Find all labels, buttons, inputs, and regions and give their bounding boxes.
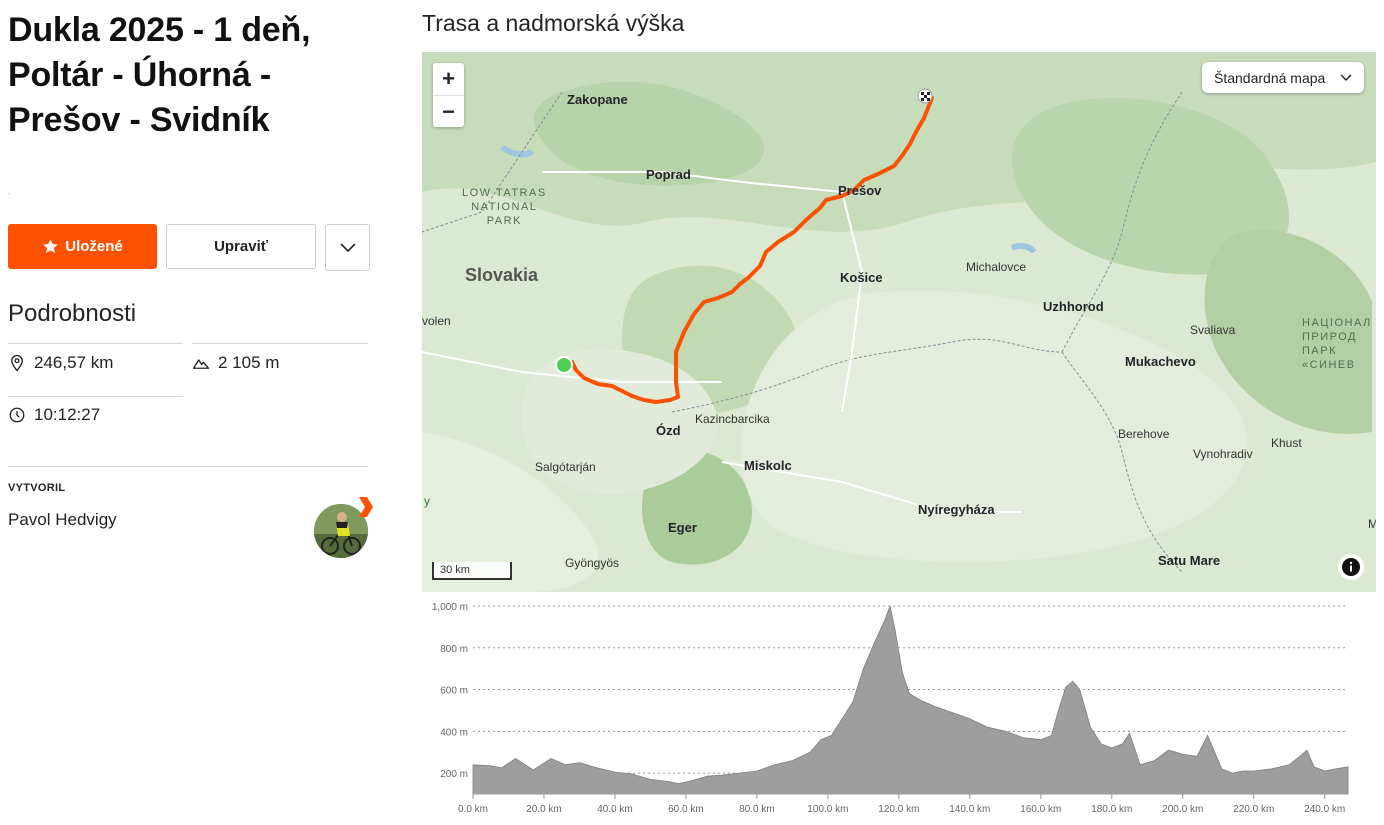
creator-name[interactable]: Pavol Hedvigy [8,510,117,530]
map-label-edge-m: M [1368,517,1376,531]
saved-button-label: Uložené [65,238,123,255]
y-tick-label: 1,000 m [432,602,468,613]
map-label-zvolen: volen [422,314,451,328]
x-tick-label: 20.0 km [526,804,562,815]
map-label-zakopane: Zakopane [567,92,628,107]
map-label-slovakia: Slovakia [465,265,539,285]
map-label-salgotarjan: Salgótarján [535,460,596,474]
mountain-icon [192,359,210,369]
map-label-ozd: Ózd [656,423,681,438]
map-label-mukachevo: Mukachevo [1125,354,1196,369]
x-tick-label: 140.0 km [949,804,990,815]
map-label-edge-y: y [424,494,430,508]
map-scale: 30 km [432,562,512,580]
x-tick-label: 80.0 km [739,804,775,815]
elevation-value: 2 105 m [218,353,280,372]
map-label-berehove: Berehove [1118,427,1170,441]
route-title: Dukla 2025 - 1 deň, Poltár - Úhorná - Pr… [8,11,311,139]
zoom-out-button[interactable]: − [433,96,464,128]
distance-stat: 246,57 km [8,353,113,373]
y-tick-label: 400 m [440,727,468,738]
map-label-eger: Eger [668,520,697,535]
zoom-in-button[interactable]: + [433,63,464,95]
elevation-chart[interactable]: 200 m 400 m 600 m 800 m 1,000 m 0.0 km 20.0 km… [422,598,1376,825]
edit-button[interactable]: Upraviť [166,224,316,269]
distance-value: 246,57 km [34,353,114,372]
saved-button[interactable]: Uložené [8,224,157,269]
map-label-svaliava: Svaliava [1190,323,1236,337]
x-tick-label: 100.0 km [807,804,848,815]
map-terrain [422,52,1376,592]
map-label-vynohradiv: Vynohradiv [1193,447,1253,461]
map-label-satu-mare: Satu Mare [1158,553,1221,568]
chevron-down-icon [1340,73,1352,81]
map-label-kosice: Košice [840,270,883,285]
more-options-button[interactable] [325,224,370,271]
map-style-select[interactable]: Štandardná mapa [1202,62,1364,93]
map-label-nyiregyhaza: Nyíregyháza [918,502,995,517]
x-tick-label: 120.0 km [878,804,919,815]
x-tick-label: 220.0 km [1233,804,1274,815]
map-label-michalovce: Michalovce [966,260,1027,274]
map-label-kazincbarcika: Kazincbarcika [695,412,770,426]
route-map[interactable]: + − Štandardná mapa Zakopane Poprad LOW … [422,52,1376,592]
created-by-label: VYTVORIL [8,482,66,494]
map-info-button[interactable] [1338,554,1364,580]
map-label-national-park-ua: НАЦІОНАЛ ПРИРОД ПАРК «СИНЕВ [1302,317,1372,371]
map-heading: Trasa a nadmorská výška [422,10,685,36]
x-tick-label: 60.0 km [668,804,704,815]
x-tick-label: 180.0 km [1091,804,1132,815]
y-tick-label: 200 m [440,769,468,780]
time-stat: 10:12:27 [8,405,100,425]
elevation-stat: 2 105 m [192,353,279,373]
map-label-uzhhorod: Uzhhorod [1043,299,1104,314]
x-tick-label: 240.0 km [1304,804,1345,815]
zoom-control: + − [433,63,464,127]
x-tick-label: 0.0 km [458,804,488,815]
y-tick-label: 800 m [440,644,468,655]
divider [192,343,368,344]
location-pin-icon [11,354,23,372]
map-label-low-tatras: LOW TATRAS NATIONAL PARK [462,187,547,227]
x-tick-label: 160.0 km [1020,804,1061,815]
start-marker [555,356,573,374]
info-icon [1342,558,1360,576]
map-label-gyongyos: Gyöngyös [565,556,620,570]
map-style-value: Štandardná mapa [1214,69,1326,86]
description-mark: . [8,186,11,196]
map-label-presov: Prešov [838,183,882,198]
star-icon [43,239,58,253]
map-label-miskolc: Miskolc [744,458,792,473]
divider [8,343,183,344]
map-label-khust: Khust [1271,436,1302,450]
map-label-poprad: Poprad [646,167,691,182]
divider [8,396,183,397]
x-tick-label: 40.0 km [597,804,633,815]
subscriber-badge-icon [359,497,373,517]
divider [8,466,368,467]
y-tick-label: 600 m [440,686,468,697]
elevation-area [472,604,1349,795]
chevron-down-icon [339,242,356,252]
time-value: 10:12:27 [34,405,101,424]
details-heading: Podrobnosti [8,300,137,327]
clock-icon [9,407,25,423]
x-tick-label: 200.0 km [1162,804,1203,815]
